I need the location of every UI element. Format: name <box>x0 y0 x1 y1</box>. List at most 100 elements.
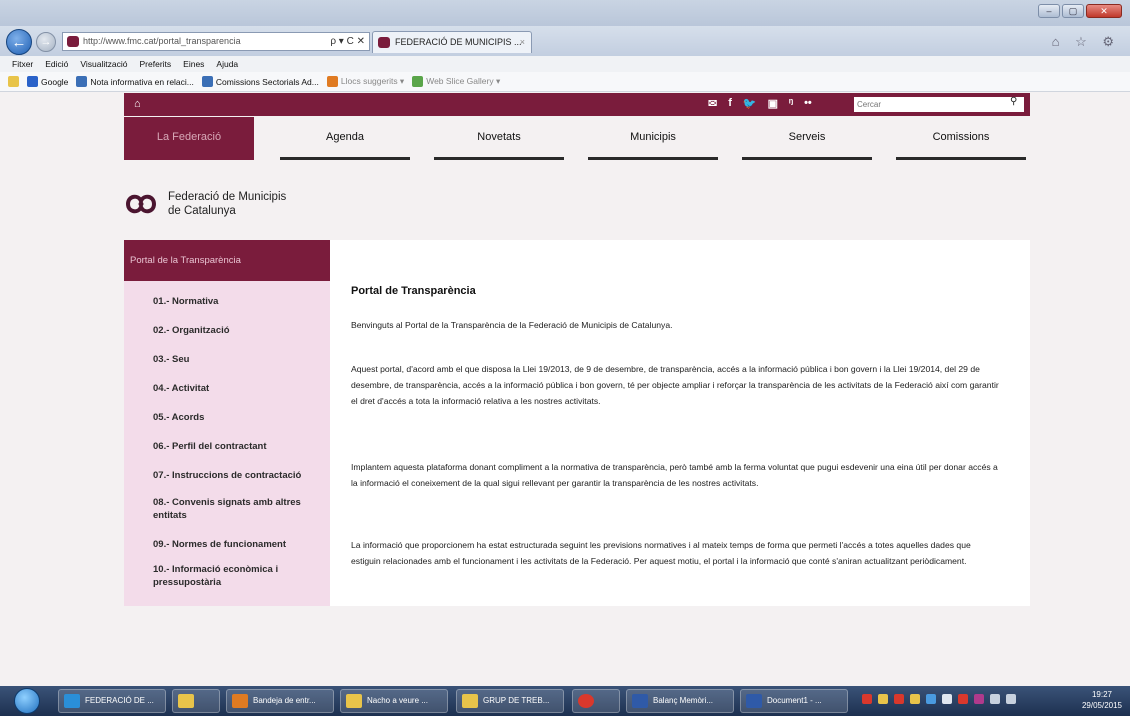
nav-underline <box>280 157 410 160</box>
menu-preferits[interactable]: Preferits <box>140 59 172 69</box>
logo-mark-icon <box>125 194 157 214</box>
paragraph: Implantem aquesta plataforma donant comp… <box>351 462 998 488</box>
sidebar-item-convenis[interactable]: 08.- Convenis signats amb altres entitat… <box>153 496 303 522</box>
sidebar-title[interactable]: Portal de la Transparència <box>124 240 330 281</box>
sidebar-item-perfil-contractant[interactable]: 06.- Perfil del contractant <box>153 440 330 453</box>
minimize-button[interactable]: – <box>1038 4 1060 18</box>
address-row: ← → http://www.fmc.cat/portal_transparen… <box>0 26 1130 56</box>
taskbar-mail-1[interactable]: Nacho a veure ... <box>340 689 448 713</box>
sidebar-item-acords[interactable]: 05.- Acords <box>153 411 330 424</box>
ie-icon <box>64 694 80 708</box>
folder-icon <box>178 694 194 708</box>
maximize-button[interactable]: ▢ <box>1062 4 1084 18</box>
email-icon[interactable]: ✉ <box>708 97 717 110</box>
favorites-bar: Google Nota informativa en relaci... Com… <box>0 72 1130 92</box>
sidebar-item-normativa[interactable]: 01.- Normativa <box>153 295 330 308</box>
taskbar-word-2[interactable]: Document1 - ... <box>740 689 848 713</box>
tray-icon[interactable] <box>862 694 872 704</box>
menu-visualitzacio[interactable]: Visualització <box>80 59 127 69</box>
site-logo[interactable]: Federació de Municipis de Catalunya <box>124 190 286 218</box>
nav-novetats[interactable]: Novetats <box>434 117 564 160</box>
paragraph: Aquest portal, d'acord amb el que dispos… <box>351 364 999 406</box>
sidebar-item-instruccions[interactable]: 07.- Instruccions de contractació <box>153 469 330 482</box>
network-icon[interactable] <box>990 694 1000 704</box>
web-slice-icon <box>412 76 424 87</box>
taskbar-explorer[interactable] <box>172 689 220 713</box>
nav-serveis[interactable]: Serveis <box>742 117 872 160</box>
menu-fitxer[interactable]: Fitxer <box>12 59 33 69</box>
menu-ajuda[interactable]: Ajuda <box>216 59 238 69</box>
clock-date: 29/05/2015 <box>1081 701 1122 710</box>
nav-underline <box>588 157 718 160</box>
search-icon[interactable]: ⚲ <box>1010 96 1017 107</box>
menu-bar: Fitxer Edició Visualització Preferits Ei… <box>0 56 1130 72</box>
nav-comissions[interactable]: Comissions <box>896 117 1026 160</box>
favorite-comissions[interactable]: Comissions Sectorials Ad... <box>201 76 319 87</box>
tray-icon[interactable] <box>958 694 968 704</box>
tray-icon[interactable] <box>974 694 984 704</box>
tray-icon[interactable] <box>894 694 904 704</box>
favorite-web-slice[interactable]: Web Slice Gallery ▾ <box>412 76 500 87</box>
nav-municipis[interactable]: Municipis <box>588 117 718 160</box>
word-icon <box>746 694 762 708</box>
mail-icon <box>346 694 362 708</box>
logo-text: Federació de Municipis de Catalunya <box>168 191 287 217</box>
tab-active[interactable]: FEDERACIÓ DE MUNICIPIS ... × <box>372 31 532 53</box>
sidebar-item-activitat[interactable]: 04.- Activitat <box>153 382 330 395</box>
search-input[interactable] <box>854 97 1024 112</box>
start-button[interactable] <box>14 688 40 714</box>
rss-icon[interactable]: ᵑ <box>789 97 793 110</box>
tray-icon[interactable] <box>878 694 888 704</box>
youtube-icon[interactable]: ▣ <box>768 97 778 110</box>
taskbar-mail-2[interactable]: GRUP DE TREB... <box>456 689 564 713</box>
forward-arrow-icon: → <box>40 36 52 48</box>
favorite-llocs-suggerits[interactable]: Llocs suggerits ▾ <box>326 76 404 87</box>
menu-edicio[interactable]: Edició <box>45 59 68 69</box>
sidebar-menu: 01.- Normativa 02.- Organització 03.- Se… <box>124 295 330 589</box>
home-icon[interactable]: ⌂ <box>134 98 141 110</box>
address-bar-buttons[interactable]: ρ ▾ C ✕ <box>330 33 365 50</box>
taskbar-ie[interactable]: FEDERACIÓ DE ... <box>58 689 166 713</box>
flag-icon[interactable] <box>942 694 952 704</box>
taskbar-word-1[interactable]: Balanç Memòri... <box>626 689 734 713</box>
tab-favicon-icon <box>378 37 390 48</box>
sidebar-item-normes[interactable]: 09.- Normes de funcionament <box>153 538 330 551</box>
outlook-icon <box>232 694 248 708</box>
taskbar-chrome[interactable] <box>572 689 620 713</box>
volume-icon[interactable] <box>1006 694 1016 704</box>
sidebar: Portal de la Transparència 01.- Normativ… <box>124 240 330 606</box>
favorites-star-icon[interactable] <box>8 76 19 87</box>
sidebar-item-seu[interactable]: 03.- Seu <box>153 353 330 366</box>
google-icon <box>27 76 38 87</box>
tray-icon[interactable] <box>926 694 936 704</box>
page-icon <box>76 76 88 87</box>
clock[interactable]: 19:27 29/05/2015 <box>1082 689 1122 711</box>
clock-time: 19:27 <box>1091 690 1112 699</box>
nav-agenda[interactable]: Agenda <box>280 117 410 160</box>
favorite-google[interactable]: Google <box>27 76 68 87</box>
favorite-nota-informativa[interactable]: Nota informativa en relaci... <box>76 76 194 87</box>
sidebar-item-informacio-economica[interactable]: 10.- Informació econòmica i pressupostàr… <box>153 563 303 589</box>
twitter-icon[interactable]: 🐦 <box>743 97 757 110</box>
page-icon <box>201 76 213 87</box>
main-content: Portal de Transparència Benvinguts al Po… <box>330 240 1030 606</box>
address-bar[interactable]: http://www.fmc.cat/portal_transparencia … <box>62 32 370 51</box>
tray-icon[interactable] <box>910 694 920 704</box>
page-title: Portal de Transparència <box>351 285 476 297</box>
paragraph: La informació que proporcionem ha estat … <box>351 540 971 566</box>
tab-title: FEDERACIÓ DE MUNICIPIS ... <box>395 37 522 47</box>
nav-la-federacio[interactable]: La Federació <box>124 117 254 160</box>
sidebar-item-organitzacio[interactable]: 02.- Organització <box>153 324 330 337</box>
menu-eines[interactable]: Eines <box>183 59 204 69</box>
url-text: http://www.fmc.cat/portal_transparencia <box>83 36 241 46</box>
chrome-icon <box>578 694 594 708</box>
taskbar-outlook[interactable]: Bandeja de entr... <box>226 689 334 713</box>
word-icon <box>632 694 648 708</box>
browser-toolbar-icons[interactable]: ⌂ ☆ ⚙ <box>1052 34 1120 50</box>
flickr-icon[interactable]: •• <box>804 97 812 110</box>
close-window-button[interactable]: ✕ <box>1086 4 1122 18</box>
facebook-icon[interactable]: f <box>728 97 732 110</box>
forward-button[interactable]: → <box>36 32 56 52</box>
tab-close-icon[interactable]: × <box>520 32 525 52</box>
back-button[interactable]: ← <box>6 29 32 55</box>
